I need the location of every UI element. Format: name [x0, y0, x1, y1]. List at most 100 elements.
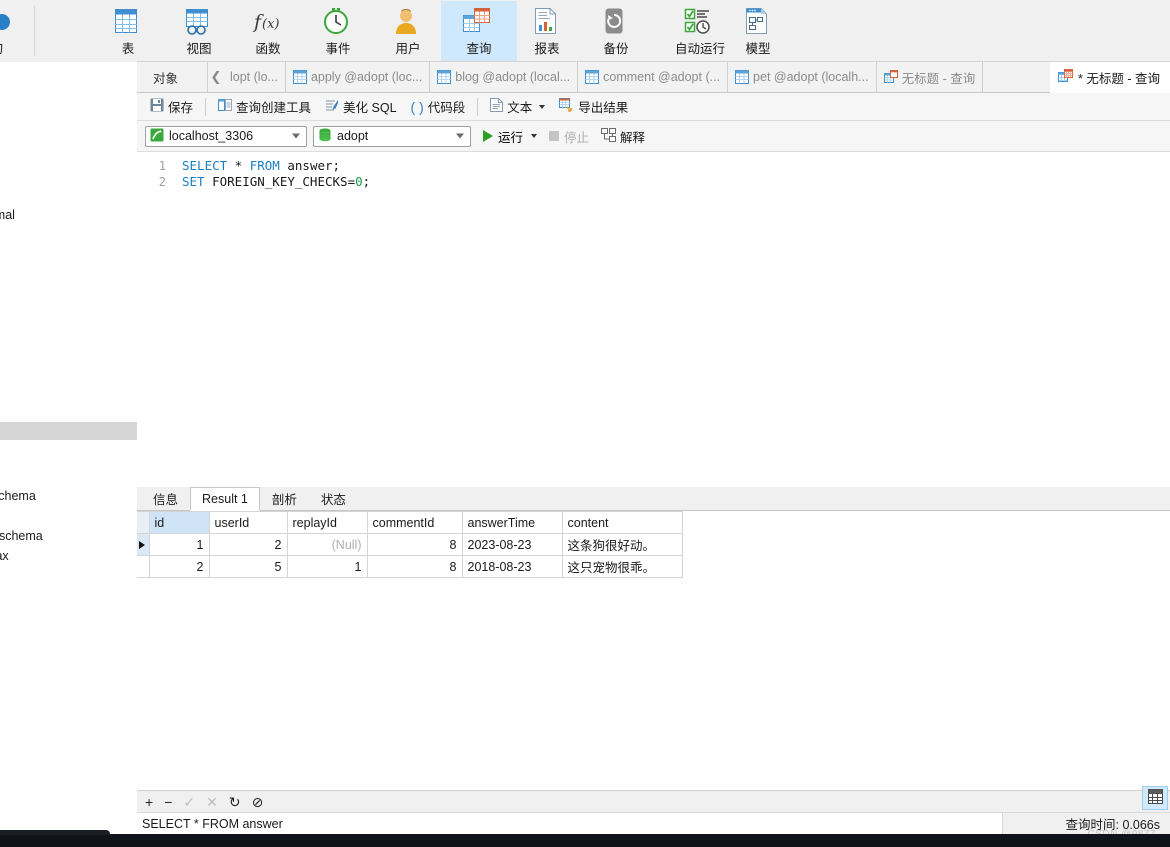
save-label: 保存: [168, 101, 194, 115]
connection-tab[interactable]: lopt (lo...: [223, 62, 286, 92]
cell-id[interactable]: 2: [149, 555, 210, 578]
toolbar-divider-2: [477, 97, 479, 116]
ribbon-item-backup[interactable]: 备份: [578, 1, 654, 61]
run-button[interactable]: 运行: [483, 127, 538, 146]
text-view-button[interactable]: 文本: [483, 96, 552, 118]
database-icon: [318, 128, 332, 145]
grid-toolbar: + − ✓ ✕ ↻ ⊘: [137, 790, 1170, 812]
add-row-icon[interactable]: +: [145, 795, 153, 809]
database-select[interactable]: adopt: [313, 125, 471, 147]
row-gutter-cell: [137, 533, 150, 556]
table-row[interactable]: 2 5 1 8 2018-08-23 这只宠物很乖。: [137, 555, 683, 578]
connection-icon: [150, 128, 164, 145]
cell-userId[interactable]: 5: [209, 555, 288, 578]
run-chevron-down-icon[interactable]: [531, 134, 538, 138]
navicat-window: 询 imalitschema_schematax 表视图f(x)函数事件用户查询…: [0, 0, 1170, 847]
column-header-id[interactable]: id: [149, 511, 210, 534]
result-tab[interactable]: 剖析: [260, 487, 309, 510]
tree-item-fragment[interactable]: tax: [0, 549, 9, 563]
cell-content[interactable]: 这只宠物很乖。: [562, 555, 683, 578]
result-tab[interactable]: 状态: [309, 487, 358, 510]
tree-item-fragment[interactable]: schema: [0, 489, 36, 503]
cell-content[interactable]: 这条狗很好动。: [562, 533, 683, 556]
status-sql-text: SELECT * FROM answer: [137, 813, 1003, 834]
cell-commentId[interactable]: 8: [367, 555, 463, 578]
chevron-down-icon[interactable]: [292, 133, 300, 139]
cell-replayId[interactable]: (Null): [287, 533, 368, 556]
cell-userId[interactable]: 2: [209, 533, 288, 556]
table-tab-icon: [437, 70, 452, 84]
column-header-userId[interactable]: userId: [209, 511, 288, 534]
chevron-down-icon-2[interactable]: [456, 133, 464, 139]
result-tab[interactable]: 信息: [141, 487, 190, 510]
ribbon-item-label: 事件: [325, 42, 351, 56]
connection-tab[interactable]: apply @adopt (loc...: [285, 62, 431, 92]
result-grid[interactable]: id userId replayId commentId answerTime conte…: [137, 511, 1170, 790]
tree-item-fragment[interactable]: _schema: [0, 529, 43, 543]
ribbon-item-user[interactable]: 用户: [370, 1, 446, 61]
cell-replayId[interactable]: 1: [287, 555, 368, 578]
tab-objects[interactable]: 对象: [137, 62, 195, 92]
cell-answerTime[interactable]: 2018-08-23: [462, 555, 563, 578]
sql-editor[interactable]: 12 SELECT * FROM answer; SET FOREIGN_KEY_…: [137, 152, 1170, 487]
connection-tab[interactable]: comment @adopt (...: [578, 62, 729, 92]
query-builder-button[interactable]: 查询创建工具: [211, 96, 318, 118]
result-tab[interactable]: Result 1: [190, 487, 260, 511]
code-token: SET: [182, 174, 205, 189]
beautify-sql-button[interactable]: 美化 SQL: [318, 96, 404, 118]
cell-answerTime[interactable]: 2023-08-23: [462, 533, 563, 556]
connection-tab[interactable]: 无标题 - 查询: [876, 62, 984, 92]
explain-button[interactable]: 解释: [601, 127, 645, 146]
editor-code[interactable]: SELECT * FROM answer; SET FOREIGN_KEY_CHE…: [182, 152, 1170, 487]
ribbon-item-table[interactable]: 表: [90, 1, 166, 61]
column-header-replayId[interactable]: replayId: [287, 511, 368, 534]
row-gutter-cell: [137, 555, 150, 578]
query-tab-icon: [1058, 68, 1074, 87]
snippet-button[interactable]: ( ) 代码段: [404, 96, 473, 118]
function-icon: f (x): [251, 6, 285, 39]
column-header-answerTime[interactable]: answerTime: [462, 511, 563, 534]
connection-tab-label: pet @adopt (localh...: [753, 70, 869, 84]
cell-commentId[interactable]: 8: [367, 533, 463, 556]
svg-text:(x): (x): [262, 17, 279, 32]
tab-active-query[interactable]: * 无标题 - 查询: [1050, 62, 1170, 93]
table-row[interactable]: 1 2 (Null) 8 2023-08-23 这条狗很好动。: [137, 533, 683, 556]
left-clipped-panel: 询 imalitschema_schematax: [0, 0, 137, 830]
status-bar: SELECT * FROM answer 查询时间: 0.066s: [137, 812, 1170, 834]
ribbon-item-query[interactable]: 查询: [441, 1, 517, 61]
line-number: 1: [158, 159, 166, 173]
export-result-button[interactable]: 导出结果: [552, 96, 635, 118]
user-icon: [391, 6, 425, 39]
taskbar-lip: [0, 830, 110, 835]
column-header-content[interactable]: content: [562, 511, 683, 534]
ribbon-item-function[interactable]: f (x) 函数: [230, 1, 306, 61]
ribbon-divider: [34, 6, 35, 56]
connection-select[interactable]: localhost_3306: [145, 125, 307, 147]
chevron-down-icon[interactable]: [539, 104, 546, 109]
column-header-commentId[interactable]: commentId: [367, 511, 463, 534]
ribbon-item-model[interactable]: 模型: [720, 1, 796, 61]
grid-view-icon: [1147, 789, 1163, 807]
stop-loading-icon[interactable]: ⊘: [252, 795, 264, 809]
ribbon-item-label: 报表: [534, 42, 560, 56]
tree-item-fragment[interactable]: imal: [0, 208, 15, 222]
connection-tab[interactable]: pet @adopt (localh...: [728, 62, 877, 92]
connection-tab-label: 无标题 - 查询: [901, 71, 976, 86]
save-button[interactable]: 保存: [143, 96, 200, 118]
cell-id[interactable]: 1: [149, 533, 210, 556]
automation-icon: [683, 6, 717, 39]
refresh-icon[interactable]: ↻: [229, 795, 241, 809]
ribbon-item-label: 备份: [603, 42, 629, 56]
ribbon-item-event-clock[interactable]: 事件: [300, 1, 376, 61]
ribbon-item-report[interactable]: 报表: [509, 1, 585, 61]
chevron-left-icon[interactable]: ❮: [207, 62, 224, 92]
ribbon-item-label: 查询: [466, 42, 492, 56]
tab-active-label: * 无标题 - 查询: [1078, 72, 1160, 86]
backup-icon: [599, 6, 633, 39]
database-value: adopt: [337, 129, 369, 143]
remove-row-icon[interactable]: −: [164, 795, 172, 809]
ribbon-item-label: 模型: [745, 42, 771, 56]
grid-view-toggle[interactable]: [1142, 786, 1168, 810]
connection-tab[interactable]: blog @adopt (local...: [430, 62, 579, 92]
ribbon-item-view[interactable]: 视图: [161, 1, 237, 61]
